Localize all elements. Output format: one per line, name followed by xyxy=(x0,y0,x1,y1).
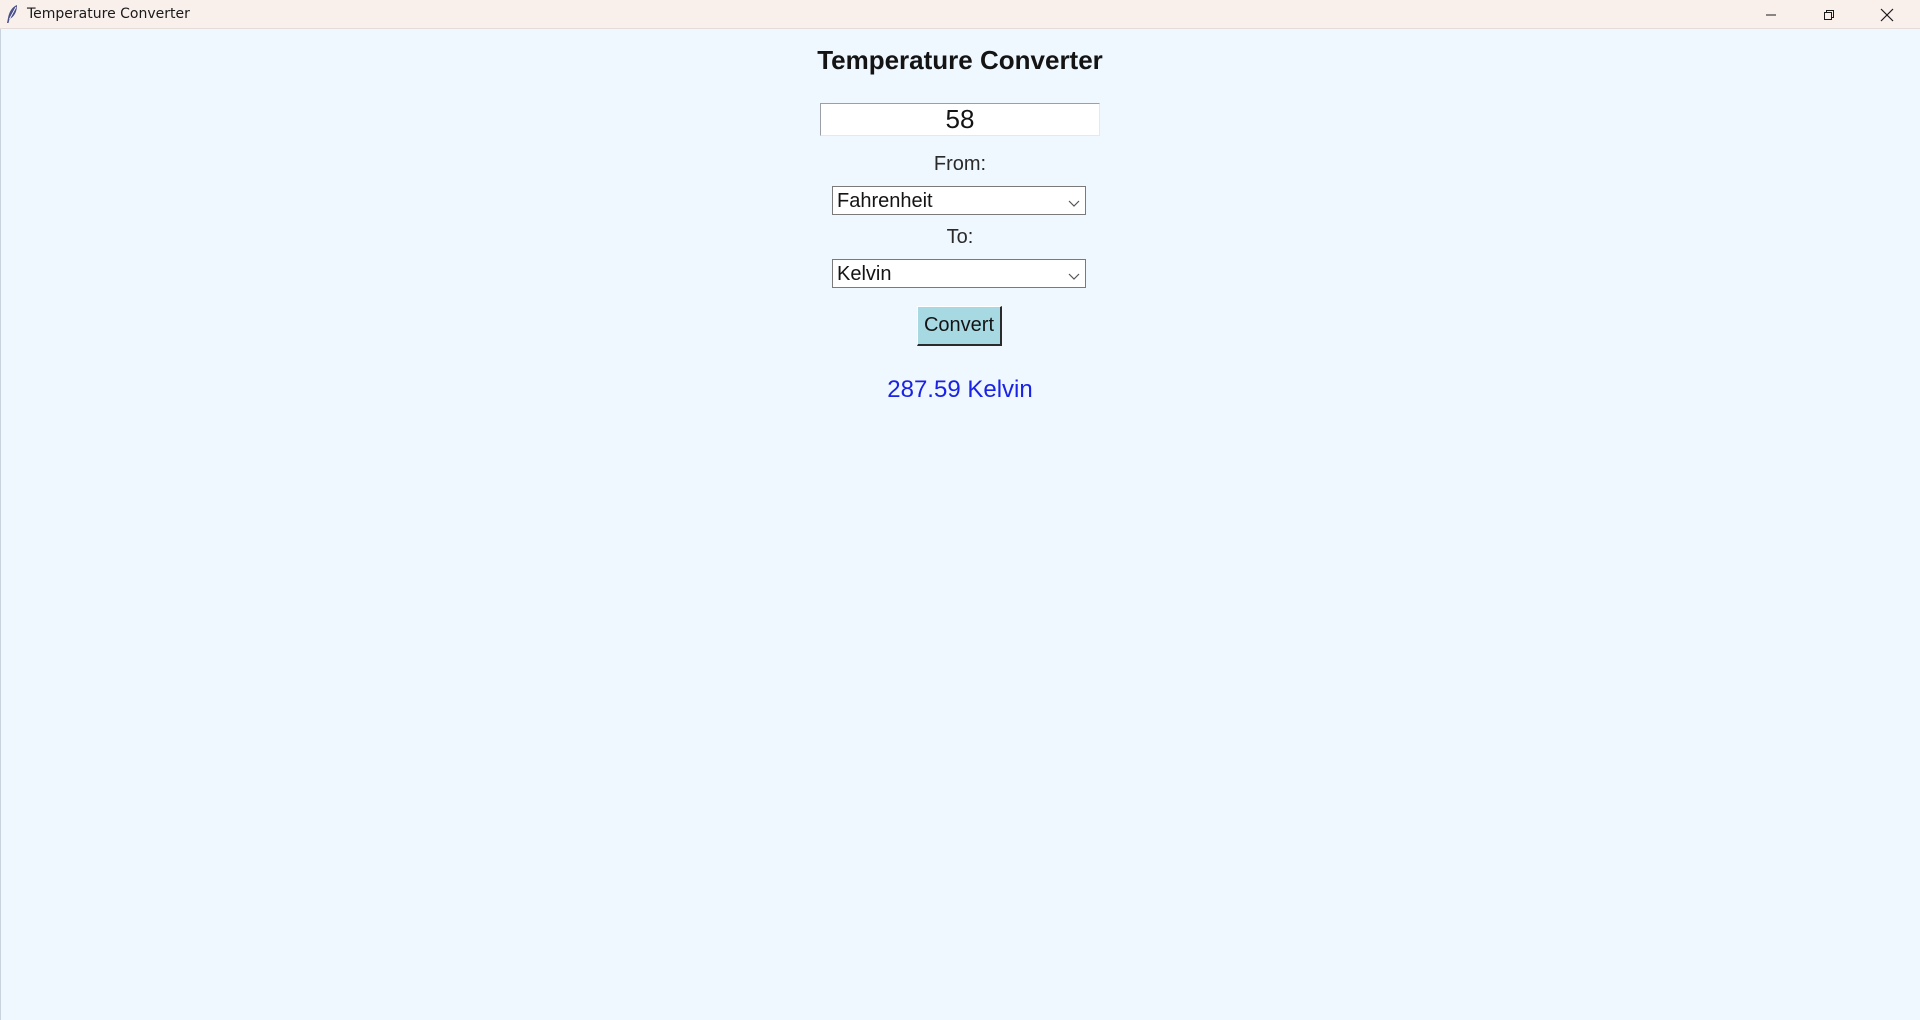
conversion-result: 287.59 Kelvin xyxy=(887,376,1033,403)
temperature-input[interactable] xyxy=(820,103,1100,136)
from-unit-value: Fahrenheit xyxy=(837,190,933,212)
page-title: Temperature Converter xyxy=(817,45,1103,75)
restore-icon xyxy=(1823,9,1835,21)
from-label: From: xyxy=(933,153,987,175)
chevron-down-icon xyxy=(1067,196,1081,207)
minimize-icon xyxy=(1765,9,1777,21)
title-bar: Temperature Converter xyxy=(0,0,1920,29)
from-unit-select[interactable]: Fahrenheit xyxy=(832,186,1086,215)
minimize-button[interactable] xyxy=(1742,0,1800,29)
close-icon xyxy=(1880,8,1894,22)
feather-icon xyxy=(5,4,21,24)
window-title: Temperature Converter xyxy=(27,6,190,22)
to-unit-value: Kelvin xyxy=(837,263,892,285)
app-window-content xyxy=(0,29,1920,1020)
chevron-down-icon xyxy=(1067,269,1081,280)
convert-button[interactable]: Convert xyxy=(917,306,1002,346)
to-label: To: xyxy=(946,226,974,248)
restore-button[interactable] xyxy=(1800,0,1858,29)
to-unit-select[interactable]: Kelvin xyxy=(832,259,1086,288)
close-button[interactable] xyxy=(1858,0,1916,29)
